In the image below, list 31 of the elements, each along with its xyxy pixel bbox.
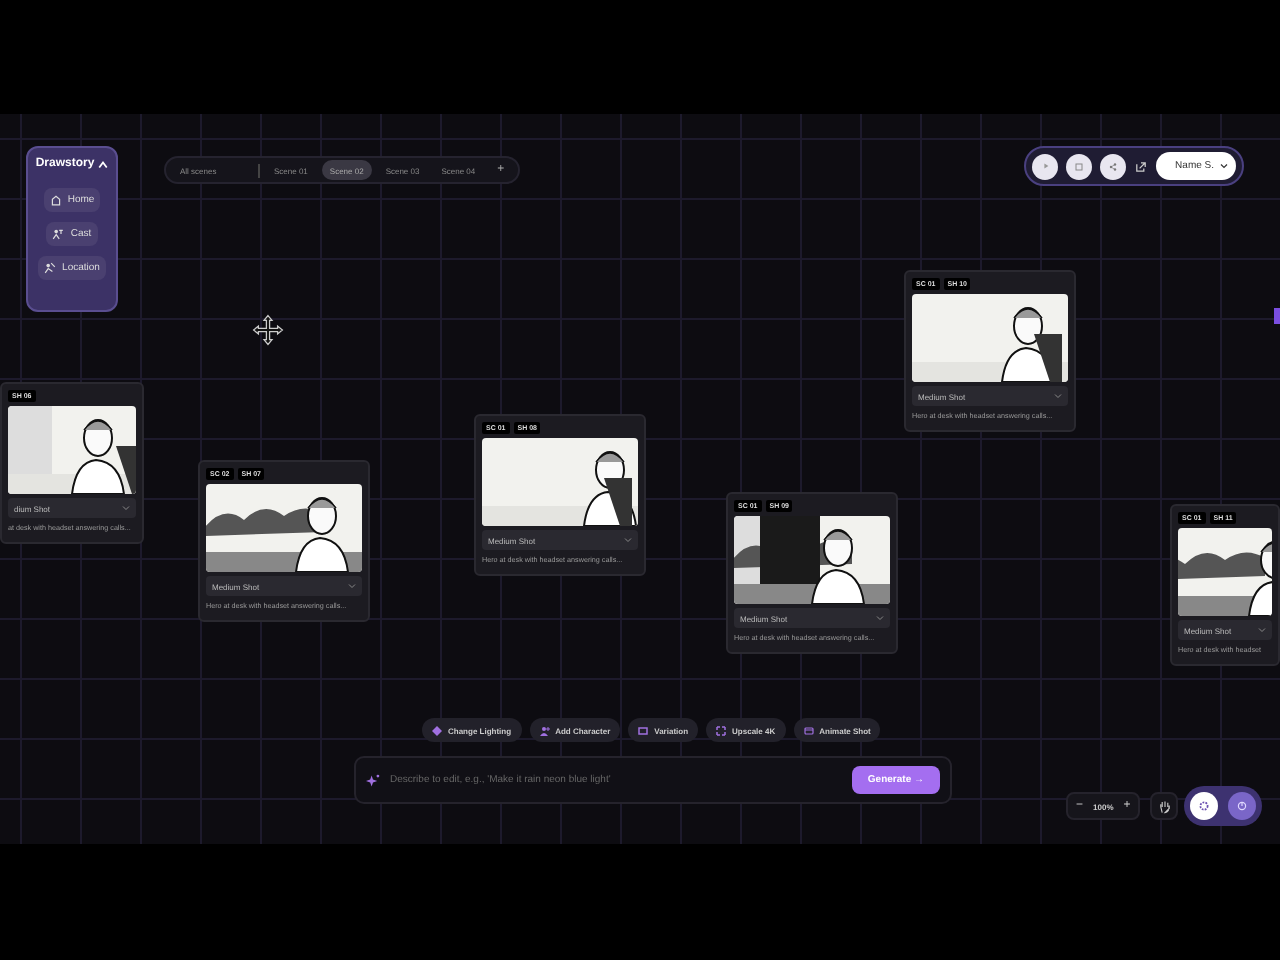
home-icon	[49, 194, 62, 206]
caret-icon	[624, 536, 632, 544]
window-icon	[803, 725, 814, 735]
caret-icon	[1054, 392, 1062, 400]
corners-icon	[716, 725, 727, 735]
caret-icon	[122, 504, 130, 512]
caret-icon	[348, 582, 356, 590]
settings-button[interactable]	[1189, 792, 1218, 820]
person-icon	[52, 228, 65, 240]
external-link-icon[interactable]	[1134, 159, 1148, 173]
move-cursor-icon	[252, 314, 284, 346]
diamond-icon	[432, 725, 442, 735]
hand-tool-button[interactable]	[1150, 792, 1178, 820]
play-icon	[1041, 162, 1049, 170]
power-icon	[1236, 800, 1249, 812]
share-button[interactable]	[1100, 153, 1126, 179]
caret-icon	[1220, 162, 1228, 170]
add-person-icon	[539, 725, 550, 735]
frame-icon	[638, 725, 649, 735]
caret-icon	[98, 159, 109, 169]
edge-handle[interactable]	[1274, 308, 1280, 324]
caret-icon	[876, 614, 884, 622]
play-button[interactable]	[1032, 153, 1058, 179]
hand-icon	[1157, 799, 1171, 813]
power-button[interactable]	[1228, 792, 1257, 820]
person-icon	[44, 262, 57, 274]
square-icon	[1074, 161, 1084, 171]
caret-icon	[1258, 626, 1266, 634]
share-icon	[1108, 161, 1118, 171]
grid-button[interactable]	[1066, 153, 1092, 179]
sparkle-icon	[366, 773, 380, 787]
